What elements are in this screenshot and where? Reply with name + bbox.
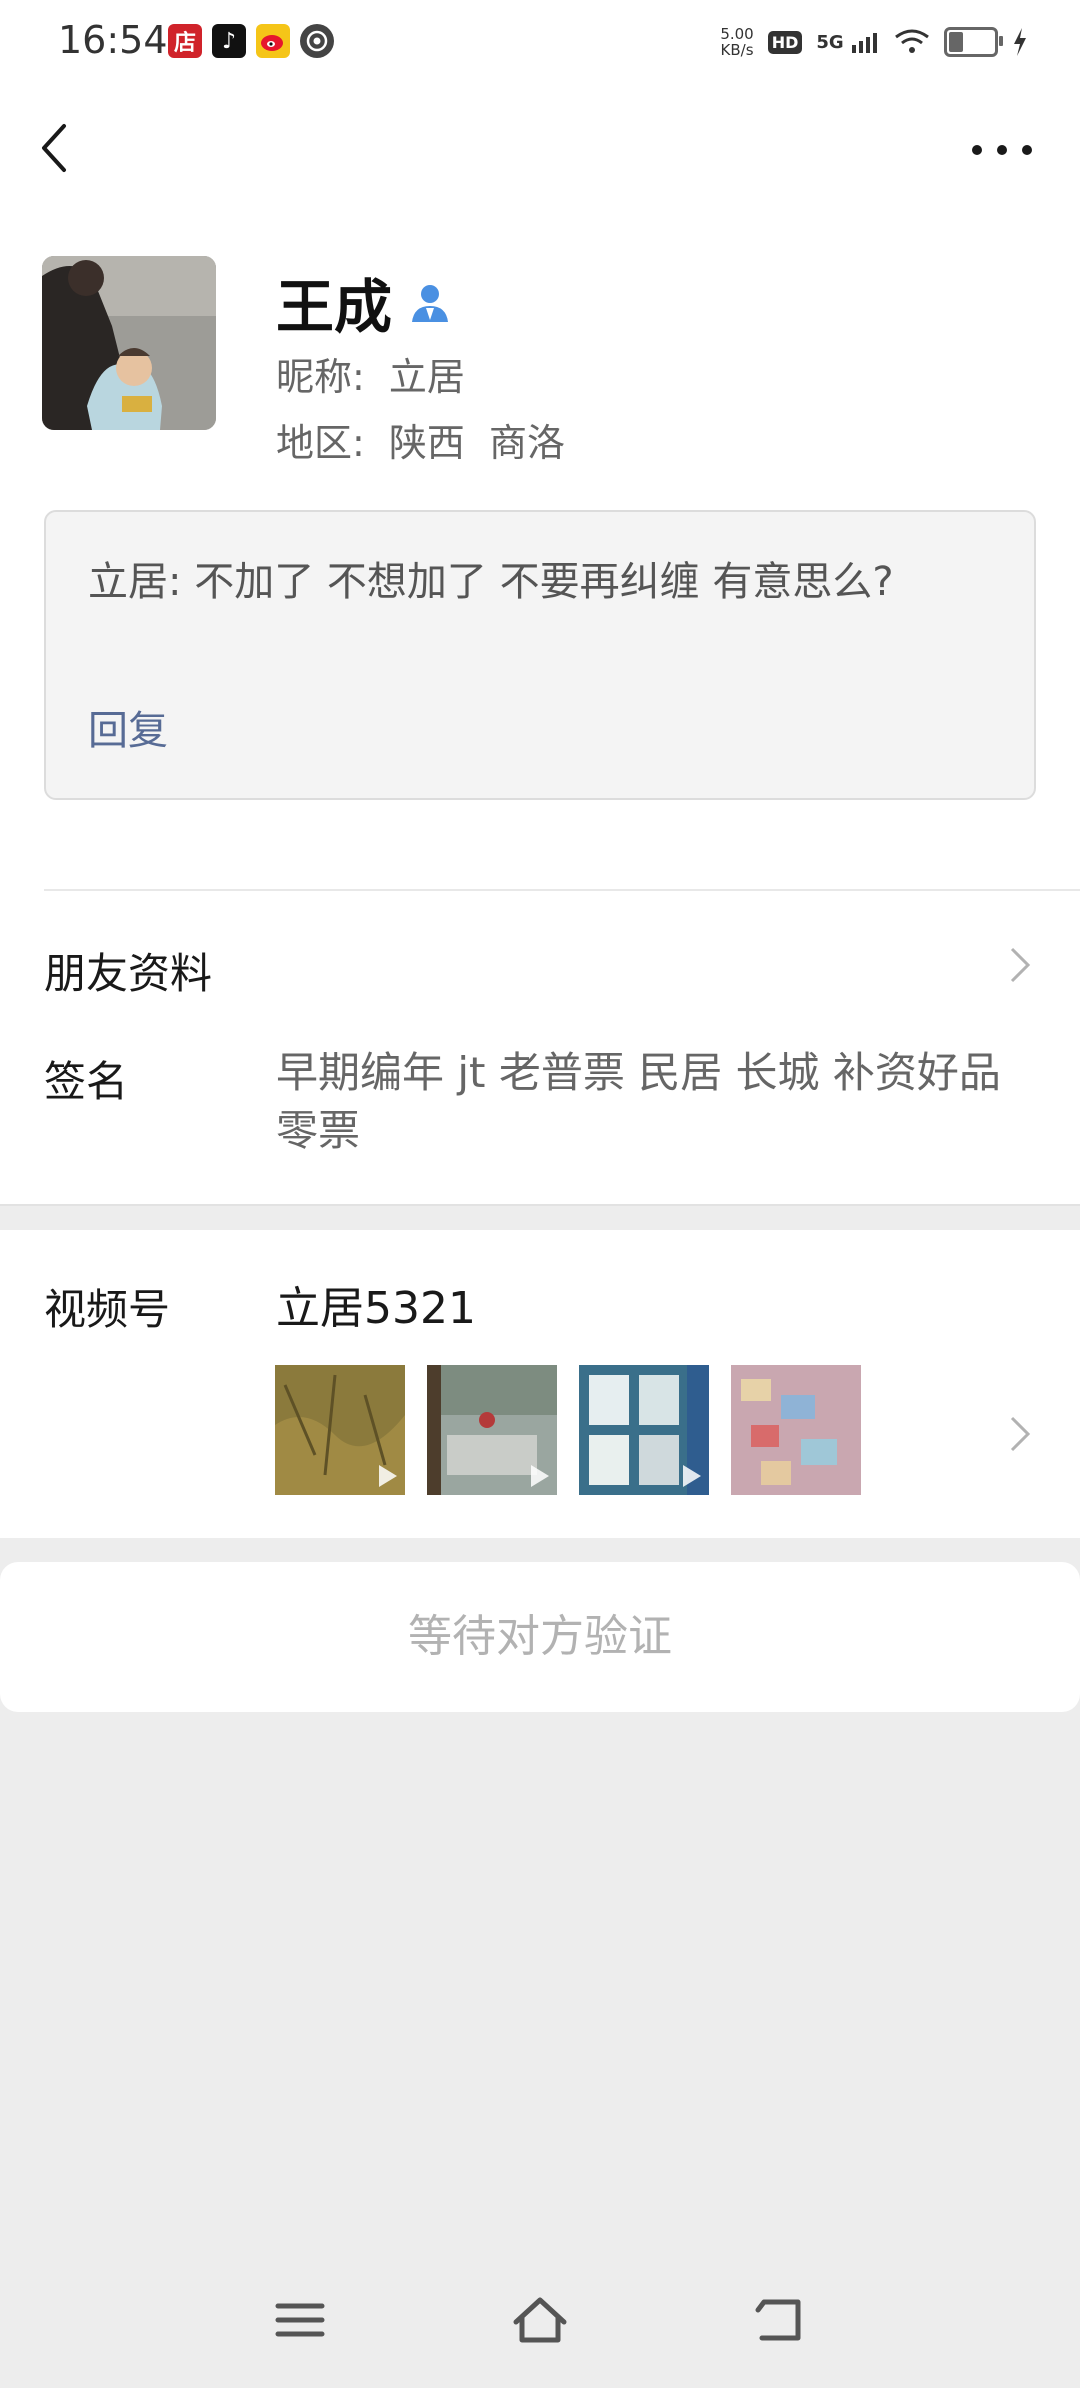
nickname-line: 昵称: 立居	[276, 346, 465, 401]
chevron-right-icon[interactable]	[1008, 1414, 1032, 1454]
name-row: 王成	[276, 260, 452, 344]
back-icon[interactable]	[34, 118, 74, 178]
nickname-value: 立居	[388, 355, 465, 399]
channels-label: 视频号	[44, 1285, 171, 1334]
home-icon[interactable]	[510, 2290, 570, 2350]
video-thumbnail[interactable]	[579, 1365, 709, 1495]
network-type: 5G	[816, 31, 844, 53]
user-badge-icon	[412, 285, 449, 322]
chevron-right-icon[interactable]	[1008, 945, 1032, 985]
wifi-icon	[895, 29, 929, 53]
nickname-label: 昵称:	[276, 355, 365, 399]
signal-5g-icon: 5G	[816, 32, 880, 53]
region-label: 地区:	[276, 421, 365, 465]
section-divider	[44, 889, 1080, 891]
video-thumbnail[interactable]	[275, 1365, 405, 1495]
contact-name: 王成	[276, 273, 393, 341]
back-nav-icon[interactable]	[750, 2290, 810, 2350]
net-speed: 5.00 KB/s	[720, 26, 753, 58]
status-indicators: 5.00 KB/s HD 5G	[720, 20, 1028, 64]
battery-icon	[944, 27, 1003, 57]
channels-row[interactable]: 视频号 立居5321	[0, 1230, 1080, 1538]
signature-label: 签名	[44, 1057, 129, 1106]
signature-value: 早期编年 jt 老普票 民居 长城 补资好品零票	[276, 1048, 1001, 1155]
tiktok-icon: ♪	[212, 24, 246, 58]
camera-icon	[300, 24, 334, 58]
net-speed-value: 5.00	[720, 25, 754, 43]
status-bar: 16:54 店 ♪ 5.00 KB/s HD 5G	[0, 0, 1080, 84]
shop-icon: 店	[168, 24, 202, 58]
pending-verification-button[interactable]: 等待对方验证	[0, 1562, 1080, 1712]
menu-icon[interactable]	[270, 2290, 330, 2350]
channel-name: 立居5321	[276, 1283, 476, 1334]
greeting-message: 立居: 不加了 不想加了 不要再纠缠 有意思么?	[88, 559, 894, 605]
region-line: 地区: 陕西 商洛	[276, 412, 565, 467]
friend-info-row[interactable]: 朋友资料	[44, 940, 212, 1001]
action-label: 等待对方验证	[408, 1611, 672, 1662]
video-thumbnail[interactable]	[731, 1365, 861, 1495]
status-time: 16:54	[58, 18, 168, 62]
reply-link[interactable]: 回复	[88, 698, 168, 756]
section-gap	[0, 1204, 1080, 1232]
system-nav-bar	[0, 2270, 1080, 2380]
avatar[interactable]	[42, 256, 216, 430]
video-thumbnail[interactable]	[427, 1365, 557, 1495]
weibo-icon	[256, 24, 290, 58]
charging-icon	[1014, 28, 1026, 56]
net-speed-unit: KB/s	[720, 41, 754, 59]
more-icon[interactable]	[972, 140, 1032, 160]
hd-icon: HD	[767, 30, 803, 54]
greeting-card: 立居: 不加了 不想加了 不要再纠缠 有意思么? 回复	[44, 510, 1036, 800]
region-value: 陕西 商洛	[388, 421, 565, 465]
